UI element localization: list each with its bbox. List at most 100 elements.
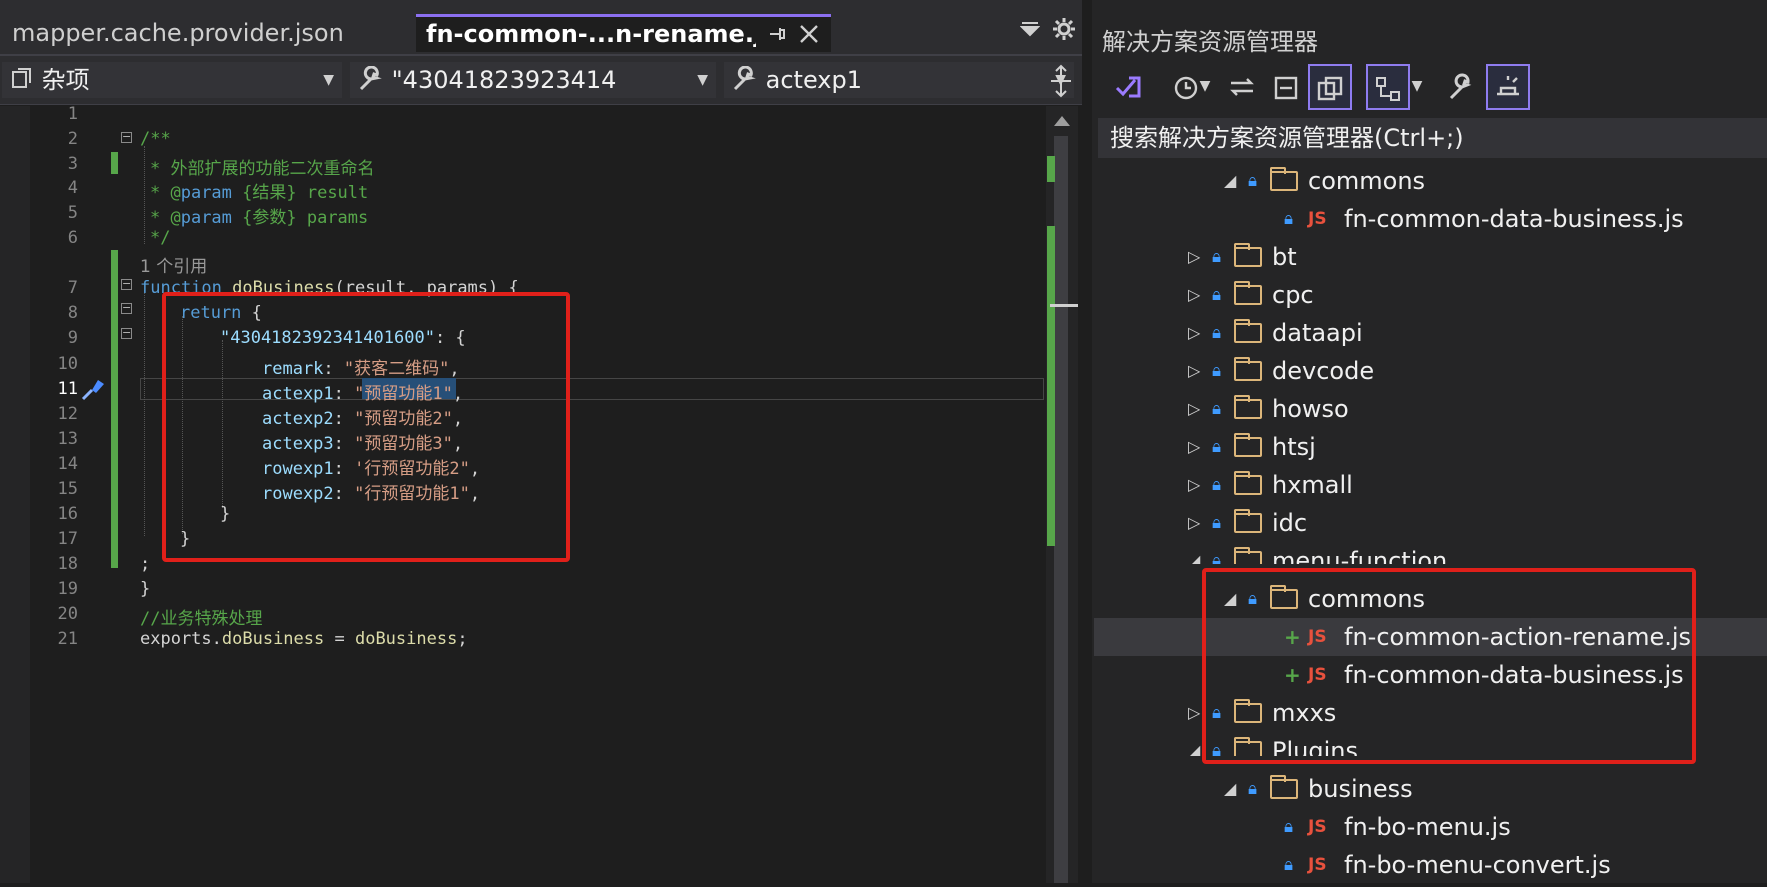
show-all-files-icon[interactable] bbox=[1308, 64, 1352, 110]
expanded-arrow-icon[interactable]: ◢ bbox=[1224, 770, 1236, 808]
code-line-2: /** bbox=[140, 129, 171, 149]
code-token: * 外部扩展的功能二次重命名 bbox=[150, 159, 375, 179]
js-file-icon: JS bbox=[1308, 817, 1327, 837]
tree-file-fn-bo-menu[interactable]: 🔒︎ JS fn-bo-menu.js bbox=[1094, 808, 1767, 846]
tree-folder-bt[interactable]: ▷ 🔒︎ bt bbox=[1094, 238, 1767, 276]
code-token: {参数} params bbox=[231, 208, 369, 228]
lock-icon: 🔒︎ bbox=[1248, 779, 1258, 799]
scope-dropdown-label: "43041823923414 bbox=[391, 66, 617, 94]
line-number: 15 bbox=[57, 479, 78, 499]
fold-toggle[interactable]: − bbox=[121, 278, 132, 290]
tree-folder-business[interactable]: ◢ 🔒︎ business bbox=[1094, 770, 1767, 808]
tree-item-label: hxmall bbox=[1272, 471, 1353, 499]
collapsed-arrow-icon[interactable]: ▷ bbox=[1188, 314, 1200, 352]
tab-list-dropdown-icon[interactable] bbox=[1019, 14, 1041, 50]
scroll-up-icon bbox=[1054, 116, 1070, 126]
expanded-arrow-icon[interactable]: ◢ bbox=[1188, 542, 1200, 564]
pin-icon[interactable] bbox=[766, 17, 786, 52]
tree-folder-htsj[interactable]: ▷ 🔒︎ htsj bbox=[1094, 428, 1767, 466]
tree-folder-devcode[interactable]: ▷ 🔒︎ devcode bbox=[1094, 352, 1767, 390]
tree-folder-howso[interactable]: ▷ 🔒︎ howso bbox=[1094, 390, 1767, 428]
fold-toggle[interactable]: − bbox=[121, 327, 132, 339]
line-number: 5 bbox=[67, 203, 78, 223]
tree-item-label: business bbox=[1308, 775, 1413, 803]
change-bar bbox=[111, 152, 118, 174]
code-line-19: } bbox=[140, 579, 150, 599]
dependency-icon[interactable] bbox=[1366, 64, 1410, 110]
chevron-down-icon[interactable]: ▼ bbox=[1194, 64, 1216, 110]
tree-item-label: bt bbox=[1272, 243, 1297, 271]
scrollbar-track bbox=[1047, 116, 1078, 883]
collapsed-arrow-icon[interactable]: ▷ bbox=[1188, 504, 1200, 542]
lock-icon: 🔒︎ bbox=[1212, 323, 1222, 343]
collapsed-arrow-icon[interactable]: ▷ bbox=[1188, 694, 1200, 732]
editor-scrollbar[interactable] bbox=[1046, 106, 1078, 883]
line-number: 3 bbox=[67, 154, 78, 174]
tree-folder-idc[interactable]: ▷ 🔒︎ idc bbox=[1094, 504, 1767, 542]
chevron-down-icon: ▼ bbox=[323, 72, 334, 88]
code-token: param bbox=[180, 208, 232, 228]
tree-file-fn-bo-menu-convert[interactable]: 🔒︎ JS fn-bo-menu-convert.js bbox=[1094, 846, 1767, 883]
line-number: 2 bbox=[67, 129, 78, 149]
code-line-21: exports.doBusiness = doBusiness; bbox=[140, 629, 468, 649]
code-line-4: * @param {结果} result bbox=[150, 178, 368, 203]
properties-icon[interactable] bbox=[1440, 64, 1484, 110]
tab-fn-common-action-rename[interactable]: fn-common-...n-rename.js bbox=[416, 14, 831, 52]
member-dropdown[interactable]: actexp1 ▼ bbox=[724, 62, 1074, 98]
code-token: = bbox=[324, 629, 355, 649]
tree-folder-cpc[interactable]: ▷ 🔒︎ cpc bbox=[1094, 276, 1767, 314]
chevron-down-icon: ▼ bbox=[697, 72, 708, 88]
close-icon[interactable] bbox=[798, 17, 820, 52]
code-token: //业务特殊处理 bbox=[140, 609, 263, 629]
tree-folder-dataapi[interactable]: ▷ 🔒︎ dataapi bbox=[1094, 314, 1767, 352]
line-number: 19 bbox=[57, 579, 78, 599]
gear-icon[interactable] bbox=[1052, 14, 1076, 50]
project-dropdown[interactable]: 杂项 ▼ bbox=[2, 62, 342, 98]
expanded-arrow-icon[interactable]: ◢ bbox=[1224, 162, 1236, 200]
expanded-arrow-icon[interactable]: ◢ bbox=[1188, 732, 1200, 756]
sync-icon[interactable] bbox=[1220, 64, 1264, 110]
code-line-3: * 外部扩展的功能二次重命名 bbox=[150, 154, 374, 179]
lock-icon: 🔒︎ bbox=[1212, 361, 1222, 381]
editor-tab-bar: mapper.cache.provider.json fn-common-...… bbox=[0, 0, 1082, 56]
tree-item-label: howso bbox=[1272, 395, 1349, 423]
indent-guide bbox=[144, 146, 145, 244]
preview-icon[interactable] bbox=[1486, 64, 1530, 110]
collapse-all-icon[interactable] bbox=[1264, 64, 1308, 110]
line-number: 1 bbox=[67, 104, 78, 124]
tree-file-fn-common-data-business[interactable]: 🔒︎ JS fn-common-data-business.js bbox=[1094, 200, 1767, 238]
lock-icon: 🔒︎ bbox=[1212, 551, 1222, 564]
collapsed-arrow-icon[interactable]: ▷ bbox=[1188, 466, 1200, 504]
js-file-icon: JS bbox=[1308, 209, 1327, 229]
code-token: exports. bbox=[140, 629, 222, 649]
solution-explorer-search-input[interactable]: 搜索解决方案资源管理器(Ctrl+;) bbox=[1098, 118, 1767, 158]
code-line-6: */ bbox=[150, 228, 170, 248]
collapsed-arrow-icon[interactable]: ▷ bbox=[1188, 276, 1200, 314]
solution-explorer-toolbar: ▼ ▼ bbox=[1094, 58, 1767, 114]
line-number: 16 bbox=[57, 504, 78, 524]
collapsed-arrow-icon[interactable]: ▷ bbox=[1188, 390, 1200, 428]
tree-folder-hxmall[interactable]: ▷ 🔒︎ hxmall bbox=[1094, 466, 1767, 504]
quick-actions-icon[interactable] bbox=[80, 376, 106, 406]
line-number: 12 bbox=[57, 404, 78, 424]
reference-count-codelens[interactable]: 1 个引用 bbox=[140, 252, 207, 277]
scope-dropdown[interactable]: "43041823923414 ▼ bbox=[350, 62, 716, 98]
code-token: ; bbox=[457, 629, 468, 649]
collapsed-arrow-icon[interactable]: ▷ bbox=[1188, 352, 1200, 390]
tab-mapper-cache-provider[interactable]: mapper.cache.provider.json bbox=[0, 14, 414, 52]
collapsed-arrow-icon[interactable]: ▷ bbox=[1188, 238, 1200, 276]
code-line-5: * @param {参数} params bbox=[150, 203, 368, 228]
vs-icon[interactable] bbox=[1106, 64, 1150, 110]
tree-item-label: fn-bo-menu-convert.js bbox=[1344, 851, 1611, 879]
tree-folder-commons[interactable]: ◢ 🔒︎ commons bbox=[1094, 162, 1767, 200]
lock-icon: 🔒︎ bbox=[1248, 171, 1258, 191]
fold-toggle[interactable]: − bbox=[121, 131, 132, 143]
split-editor-icon[interactable] bbox=[1048, 64, 1074, 102]
tree-folder-menu-function[interactable]: ◢ 🔒︎ menu-function bbox=[1094, 542, 1767, 564]
code-token: /** bbox=[140, 129, 171, 149]
tree-item-label: htsj bbox=[1272, 433, 1316, 461]
chevron-down-icon[interactable]: ▼ bbox=[1406, 64, 1428, 110]
tab-label: mapper.cache.provider.json bbox=[12, 19, 344, 47]
collapsed-arrow-icon[interactable]: ▷ bbox=[1188, 428, 1200, 466]
fold-toggle[interactable]: − bbox=[121, 302, 132, 314]
